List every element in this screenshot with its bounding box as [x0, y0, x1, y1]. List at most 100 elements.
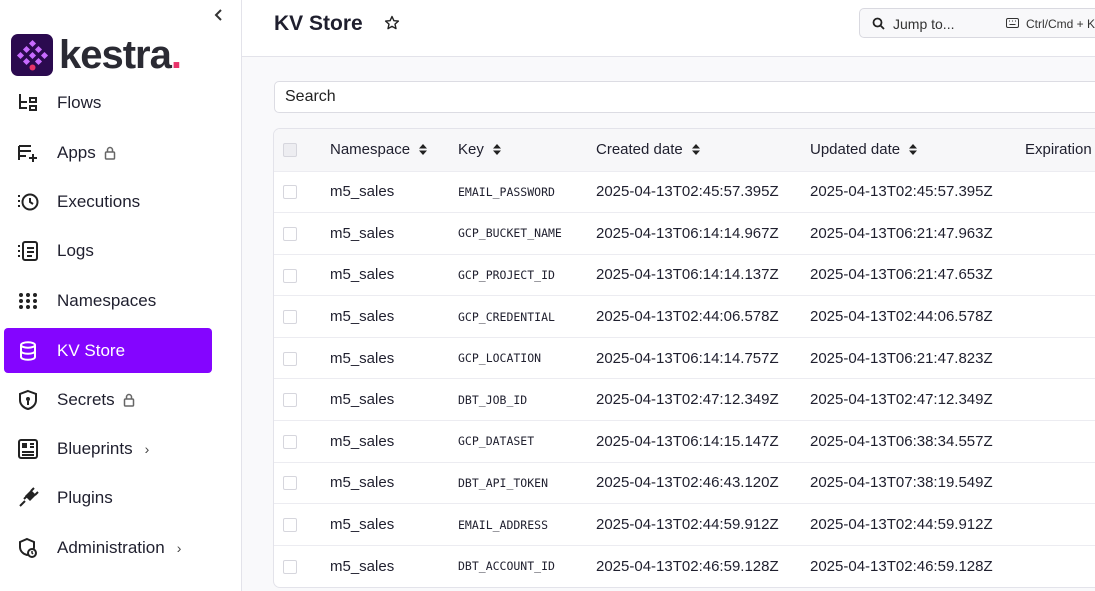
- sidebar-item-secrets[interactable]: Secrets: [4, 377, 212, 422]
- namespace-cell: m5_sales: [330, 308, 395, 326]
- namespaces-icon: [19, 293, 37, 309]
- namespace-cell: m5_sales: [330, 266, 395, 284]
- created-date-cell: 2025-04-13T06:14:14.967Z: [596, 224, 779, 242]
- expiration-date-cell: [1025, 337, 1095, 379]
- logo-wordmark: kestra.: [59, 33, 182, 77]
- created-date-cell: 2025-04-13T02:44:06.578Z: [596, 308, 779, 326]
- page-title: KV Store: [274, 12, 363, 35]
- table-row[interactable]: m5_sales DBT_API_TOKEN 2025-04-13T02:46:43…: [274, 462, 1095, 504]
- key-cell: GCP_PROJECT_ID: [458, 267, 555, 282]
- table-row[interactable]: m5_sales GCP_DATASET 2025-04-13T06:14:15.1…: [274, 420, 1095, 463]
- jump-to-search[interactable]: Jump to... Ctrl/Cmd + K: [859, 8, 1095, 38]
- table-row[interactable]: m5_sales GCP_PROJECT_ID 2025-04-13T06:14:1…: [274, 254, 1095, 296]
- settings-icon: [17, 586, 39, 591]
- sidebar-item-label: Executions: [57, 191, 141, 211]
- updated-date-cell: 2025-04-13T06:21:47.963Z: [810, 224, 993, 242]
- search-icon: [872, 17, 885, 30]
- sidebar-item-label: Namespaces: [57, 290, 157, 310]
- table-row[interactable]: m5_sales GCP_LOCATION 2025-04-13T06:14:14.…: [274, 337, 1095, 379]
- row-checkbox[interactable]: [283, 268, 297, 283]
- table-row[interactable]: m5_sales EMAIL_ADDRESS 2025-04-13T02:44:59…: [274, 503, 1095, 546]
- key-cell: DBT_API_TOKEN: [458, 475, 549, 490]
- row-checkbox[interactable]: [283, 518, 297, 533]
- sidebar-item-blueprints[interactable]: Blueprints ›: [4, 426, 212, 471]
- apps-icon: [18, 145, 37, 162]
- executions-icon: [18, 193, 39, 211]
- column-header-namespace[interactable]: Namespace: [330, 129, 458, 171]
- expiration-date-cell: [1025, 421, 1095, 463]
- table-row[interactable]: m5_sales EMAIL_PASSWORD 2025-04-13T02:45:5…: [274, 171, 1095, 213]
- sidebar-item-administration[interactable]: Administration ›: [4, 525, 212, 570]
- kestra-logo-icon: [11, 34, 53, 76]
- key-cell: GCP_BUCKET_NAME: [458, 226, 562, 241]
- key-cell: DBT_JOB_ID: [458, 392, 528, 407]
- sidebar-item-label: Logs: [57, 240, 94, 260]
- sidebar-item-label: Secrets: [57, 390, 135, 410]
- sidebar-item-label: Flows: [57, 92, 102, 112]
- namespace-cell: m5_sales: [330, 516, 395, 534]
- sidebar-item-plugins[interactable]: Plugins: [4, 475, 212, 520]
- column-header-created-date[interactable]: Created date: [596, 129, 810, 171]
- row-checkbox[interactable]: [283, 310, 297, 325]
- flows-icon: [19, 94, 37, 111]
- updated-date-cell: 2025-04-13T02:46:59.128Z: [810, 557, 993, 575]
- table-row[interactable]: m5_sales DBT_ACCOUNT_ID 2025-04-13T02:46:5…: [274, 545, 1095, 587]
- expiration-date-cell: [1025, 379, 1095, 421]
- namespace-cell: m5_sales: [330, 224, 395, 242]
- namespace-cell: m5_sales: [330, 391, 395, 409]
- plug-icon: [19, 487, 39, 507]
- expiration-date-cell: [1025, 545, 1095, 587]
- updated-date-cell: 2025-04-13T06:21:47.823Z: [810, 349, 993, 367]
- lock-icon: [123, 393, 134, 407]
- logs-icon: [18, 241, 38, 261]
- column-header-key[interactable]: Key: [458, 129, 596, 171]
- keyboard-icon: [1006, 18, 1019, 28]
- expiration-date-cell: [1025, 171, 1095, 213]
- updated-date-cell: 2025-04-13T02:44:06.578Z: [810, 308, 993, 326]
- sidebar-item-apps[interactable]: Apps: [4, 130, 212, 175]
- expiration-date-cell: [1025, 213, 1095, 255]
- table-row[interactable]: m5_sales DBT_JOB_ID 2025-04-13T02:47:12.34…: [274, 378, 1095, 421]
- jump-to-label: Jump to...: [893, 16, 955, 32]
- table-row[interactable]: m5_sales GCP_CREDENTIAL 2025-04-13T02:44:0…: [274, 295, 1095, 338]
- sidebar: kestra. Flows Apps Executions Logs Names…: [0, 0, 242, 591]
- chevron-left-icon: [214, 9, 222, 21]
- column-header-updated-date[interactable]: Updated date: [810, 129, 1025, 171]
- star-icon[interactable]: [384, 15, 400, 31]
- created-date-cell: 2025-04-13T02:45:57.395Z: [596, 183, 779, 201]
- row-checkbox[interactable]: [283, 351, 297, 366]
- updated-date-cell: 2025-04-13T02:45:57.395Z: [810, 183, 993, 201]
- namespace-cell: m5_sales: [330, 432, 395, 450]
- sidebar-item-label: Administration ›: [57, 537, 182, 557]
- kv-table: Namespace Key Created date Updated date …: [273, 128, 1095, 588]
- row-checkbox[interactable]: [283, 185, 297, 200]
- sidebar-item-label: Blueprints ›: [57, 438, 150, 458]
- chevron-right-icon: ›: [144, 440, 150, 457]
- sidebar-item-label: Apps: [57, 143, 116, 163]
- kestra-logo[interactable]: kestra.: [11, 33, 182, 77]
- sidebar-item-namespaces[interactable]: Namespaces: [4, 278, 212, 323]
- blueprints-icon: [18, 439, 38, 459]
- row-checkbox[interactable]: [283, 226, 297, 241]
- sidebar-item-kv-store[interactable]: KV Store: [4, 328, 212, 373]
- sidebar-item-more[interactable]: [4, 574, 212, 591]
- sort-icon: [691, 144, 700, 156]
- updated-date-cell: 2025-04-13T07:38:19.549Z: [810, 474, 993, 492]
- sidebar-item-logs[interactable]: Logs: [4, 228, 212, 273]
- row-checkbox[interactable]: [283, 559, 297, 574]
- column-header-expiration-date[interactable]: Expiration date: [1025, 129, 1095, 171]
- row-checkbox[interactable]: [283, 434, 297, 449]
- created-date-cell: 2025-04-13T02:46:59.128Z: [596, 557, 779, 575]
- shield-icon: [19, 389, 37, 411]
- shortcut-hint: Ctrl/Cmd + K: [1026, 17, 1095, 31]
- collapse-sidebar-button[interactable]: [211, 8, 227, 24]
- row-checkbox[interactable]: [283, 393, 297, 408]
- select-all-checkbox[interactable]: [283, 143, 297, 158]
- table-row[interactable]: m5_sales GCP_BUCKET_NAME 2025-04-13T06:14:…: [274, 212, 1095, 255]
- sidebar-item-executions[interactable]: Executions: [4, 179, 212, 224]
- sort-icon: [419, 144, 428, 156]
- sidebar-item-flows[interactable]: Flows: [4, 80, 212, 125]
- admin-icon: [19, 537, 37, 558]
- row-checkbox[interactable]: [283, 476, 297, 491]
- search-input[interactable]: [274, 81, 1095, 113]
